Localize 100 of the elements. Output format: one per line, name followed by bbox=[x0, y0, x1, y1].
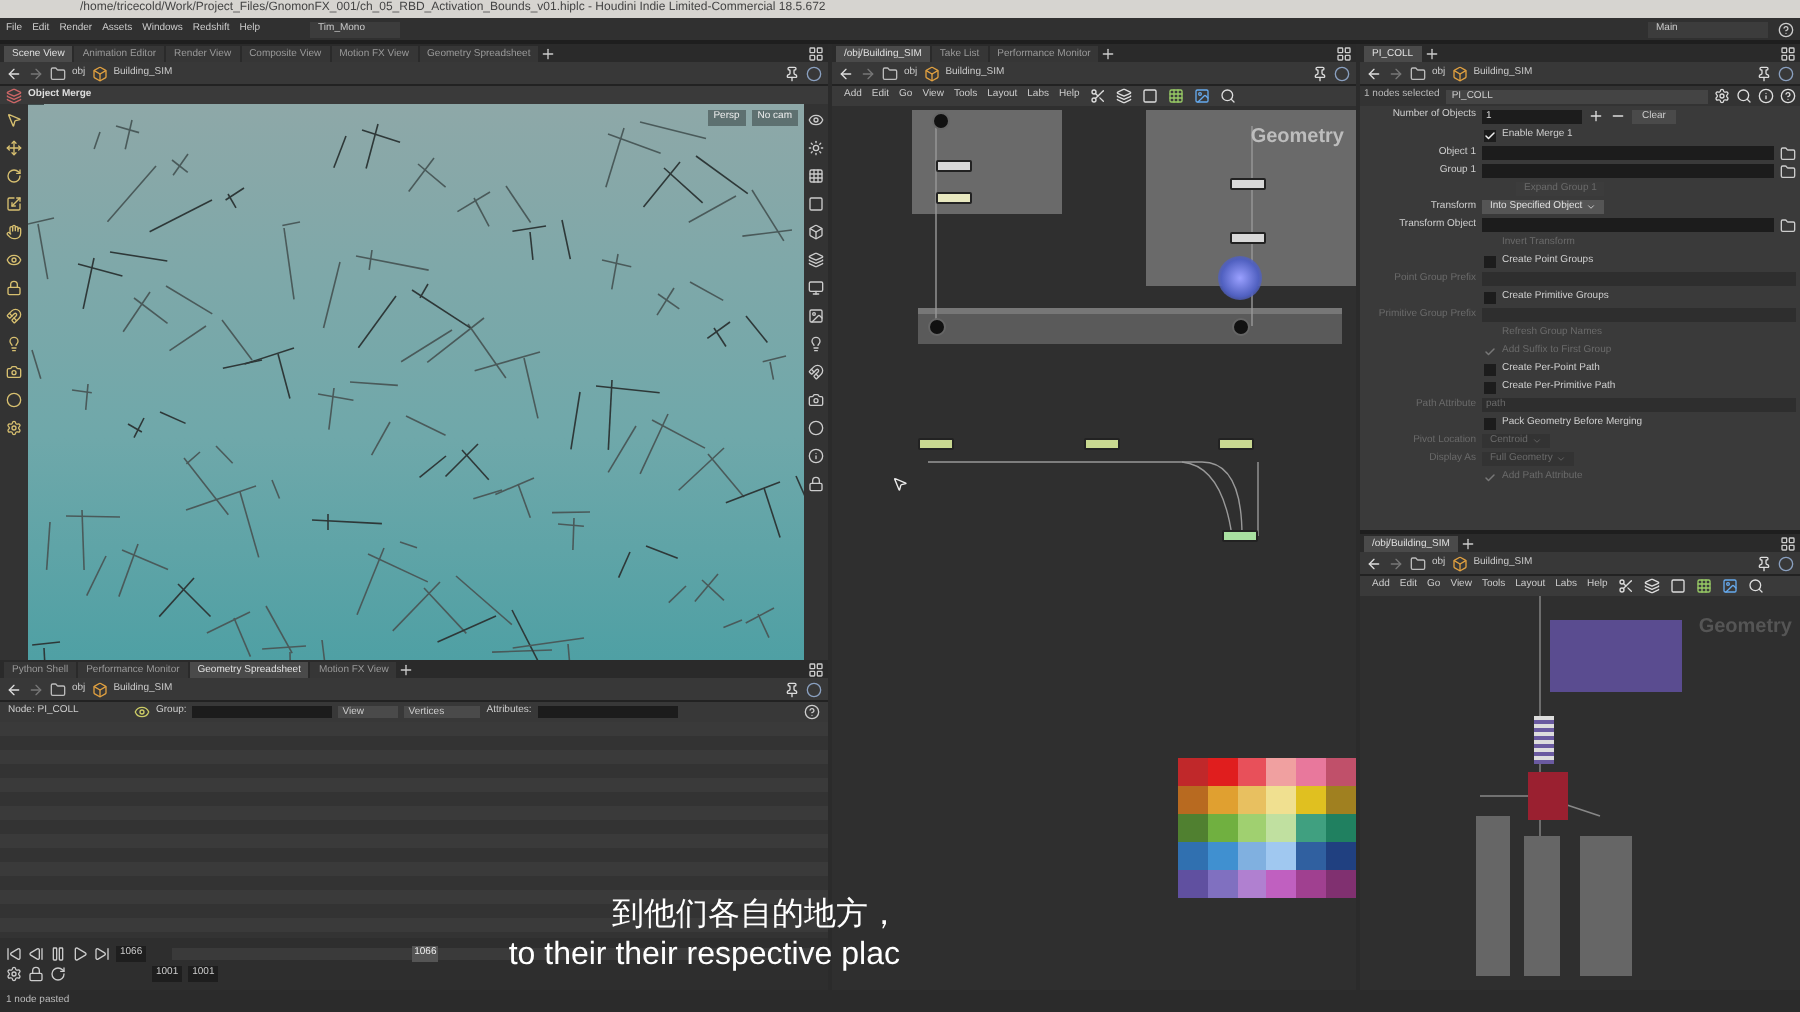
forward-icon[interactable] bbox=[860, 65, 876, 81]
scissors-icon[interactable] bbox=[1617, 578, 1634, 594]
info-icon[interactable] bbox=[1758, 88, 1774, 104]
help-icon[interactable] bbox=[1780, 88, 1796, 104]
folder-icon[interactable] bbox=[50, 681, 66, 697]
color-swatch[interactable] bbox=[1266, 814, 1297, 842]
color-swatch[interactable] bbox=[1207, 786, 1238, 814]
add-icon[interactable] bbox=[1588, 108, 1604, 124]
camera-icon[interactable] bbox=[6, 364, 22, 380]
color-swatch[interactable] bbox=[1178, 814, 1208, 842]
color-swatch[interactable] bbox=[1237, 842, 1268, 870]
node-tile[interactable] bbox=[918, 438, 954, 450]
forward-icon[interactable] bbox=[1388, 65, 1404, 81]
back-icon[interactable] bbox=[6, 681, 22, 697]
light-icon[interactable] bbox=[6, 336, 22, 352]
loop-icon[interactable] bbox=[50, 966, 66, 982]
checkbox[interactable] bbox=[1484, 255, 1496, 267]
color-swatch[interactable] bbox=[1237, 814, 1268, 842]
grid-icon[interactable] bbox=[808, 168, 824, 184]
checkbox[interactable] bbox=[1484, 417, 1496, 429]
node-chooser-icon[interactable] bbox=[1780, 217, 1796, 233]
note-icon[interactable] bbox=[1669, 578, 1686, 594]
folder-icon[interactable] bbox=[882, 65, 898, 81]
magnet-icon[interactable] bbox=[6, 308, 22, 324]
image-icon[interactable] bbox=[1721, 578, 1738, 594]
note-icon[interactable] bbox=[1141, 88, 1158, 104]
hand-icon[interactable] bbox=[6, 224, 22, 240]
lock-icon[interactable] bbox=[808, 476, 824, 492]
circle-icon[interactable] bbox=[808, 420, 824, 436]
layers-icon[interactable] bbox=[1115, 88, 1132, 104]
pointer-icon[interactable] bbox=[6, 112, 22, 128]
search-icon[interactable] bbox=[1747, 578, 1764, 594]
filter-icon[interactable] bbox=[134, 704, 150, 720]
folder-icon[interactable] bbox=[1410, 65, 1426, 81]
folder-icon[interactable] bbox=[1410, 555, 1426, 571]
color-swatch[interactable] bbox=[1326, 786, 1356, 814]
geometry-icon[interactable] bbox=[1451, 555, 1468, 571]
pane-menu-icon[interactable] bbox=[1336, 45, 1352, 61]
checkbox[interactable] bbox=[1484, 381, 1496, 393]
node-tile[interactable] bbox=[936, 192, 972, 204]
sun-icon[interactable] bbox=[808, 140, 824, 156]
scissors-icon[interactable] bbox=[1089, 88, 1106, 104]
back-icon[interactable] bbox=[6, 65, 22, 81]
input-field[interactable] bbox=[1482, 146, 1774, 160]
pin-icon[interactable] bbox=[784, 65, 800, 81]
eye-icon[interactable] bbox=[6, 252, 22, 268]
pane-menu-icon[interactable] bbox=[808, 661, 824, 677]
help-icon[interactable] bbox=[804, 704, 820, 720]
node-chooser-icon[interactable] bbox=[1780, 145, 1796, 161]
geometry-icon[interactable] bbox=[91, 681, 108, 697]
node-chooser-icon[interactable] bbox=[1780, 163, 1796, 179]
folder-icon[interactable] bbox=[50, 65, 66, 81]
gear-icon[interactable] bbox=[1714, 88, 1730, 104]
color-swatch[interactable] bbox=[1237, 758, 1268, 786]
input-field[interactable] bbox=[1482, 218, 1774, 232]
image-icon[interactable] bbox=[1193, 88, 1210, 104]
color-swatch[interactable] bbox=[1237, 870, 1268, 898]
camera-icon[interactable] bbox=[808, 392, 824, 408]
pin-icon[interactable] bbox=[1756, 555, 1772, 571]
search-icon[interactable] bbox=[1219, 88, 1236, 104]
search-icon[interactable] bbox=[1736, 88, 1752, 104]
node-tile[interactable] bbox=[1230, 232, 1266, 244]
eye-icon[interactable] bbox=[808, 112, 824, 128]
forward-icon[interactable] bbox=[28, 681, 44, 697]
color-swatch[interactable] bbox=[1266, 786, 1297, 814]
color-swatch[interactable] bbox=[1178, 870, 1208, 898]
color-swatch[interactable] bbox=[1207, 870, 1238, 898]
circle-icon[interactable] bbox=[6, 392, 22, 408]
cube-icon[interactable] bbox=[808, 224, 824, 240]
back-icon[interactable] bbox=[838, 65, 854, 81]
color-swatch[interactable] bbox=[1237, 786, 1268, 814]
node-tile[interactable] bbox=[1084, 438, 1120, 450]
pin-icon[interactable] bbox=[1756, 65, 1772, 81]
color-swatch[interactable] bbox=[1207, 842, 1238, 870]
node-tile[interactable] bbox=[1218, 438, 1254, 450]
layers-icon[interactable] bbox=[808, 252, 824, 268]
add-tab-icon[interactable] bbox=[1459, 535, 1476, 551]
color-swatch[interactable] bbox=[1296, 758, 1327, 786]
color-swatch[interactable] bbox=[1178, 842, 1208, 870]
stop-icon[interactable] bbox=[50, 946, 66, 962]
color-swatch[interactable] bbox=[1296, 842, 1327, 870]
color-swatch[interactable] bbox=[1207, 814, 1238, 842]
layers-icon[interactable] bbox=[1643, 578, 1660, 594]
grid-icon[interactable] bbox=[1167, 88, 1184, 104]
attributes-field[interactable] bbox=[537, 706, 678, 718]
scale-icon[interactable] bbox=[6, 196, 22, 212]
geometry-icon[interactable] bbox=[923, 65, 940, 81]
color-swatch[interactable] bbox=[1326, 758, 1356, 786]
skip-back-icon[interactable] bbox=[6, 946, 22, 962]
back-icon[interactable] bbox=[1366, 555, 1382, 571]
forward-icon[interactable] bbox=[28, 65, 44, 81]
color-swatch[interactable] bbox=[1326, 870, 1356, 898]
input-field[interactable] bbox=[1482, 164, 1774, 178]
play-icon[interactable] bbox=[72, 946, 88, 962]
color-swatch[interactable] bbox=[1266, 842, 1297, 870]
rotate-icon[interactable] bbox=[6, 168, 22, 184]
light-icon[interactable] bbox=[808, 336, 824, 352]
node-tile[interactable] bbox=[1222, 530, 1258, 542]
operator-icon[interactable] bbox=[6, 87, 22, 103]
pin-icon[interactable] bbox=[784, 681, 800, 697]
